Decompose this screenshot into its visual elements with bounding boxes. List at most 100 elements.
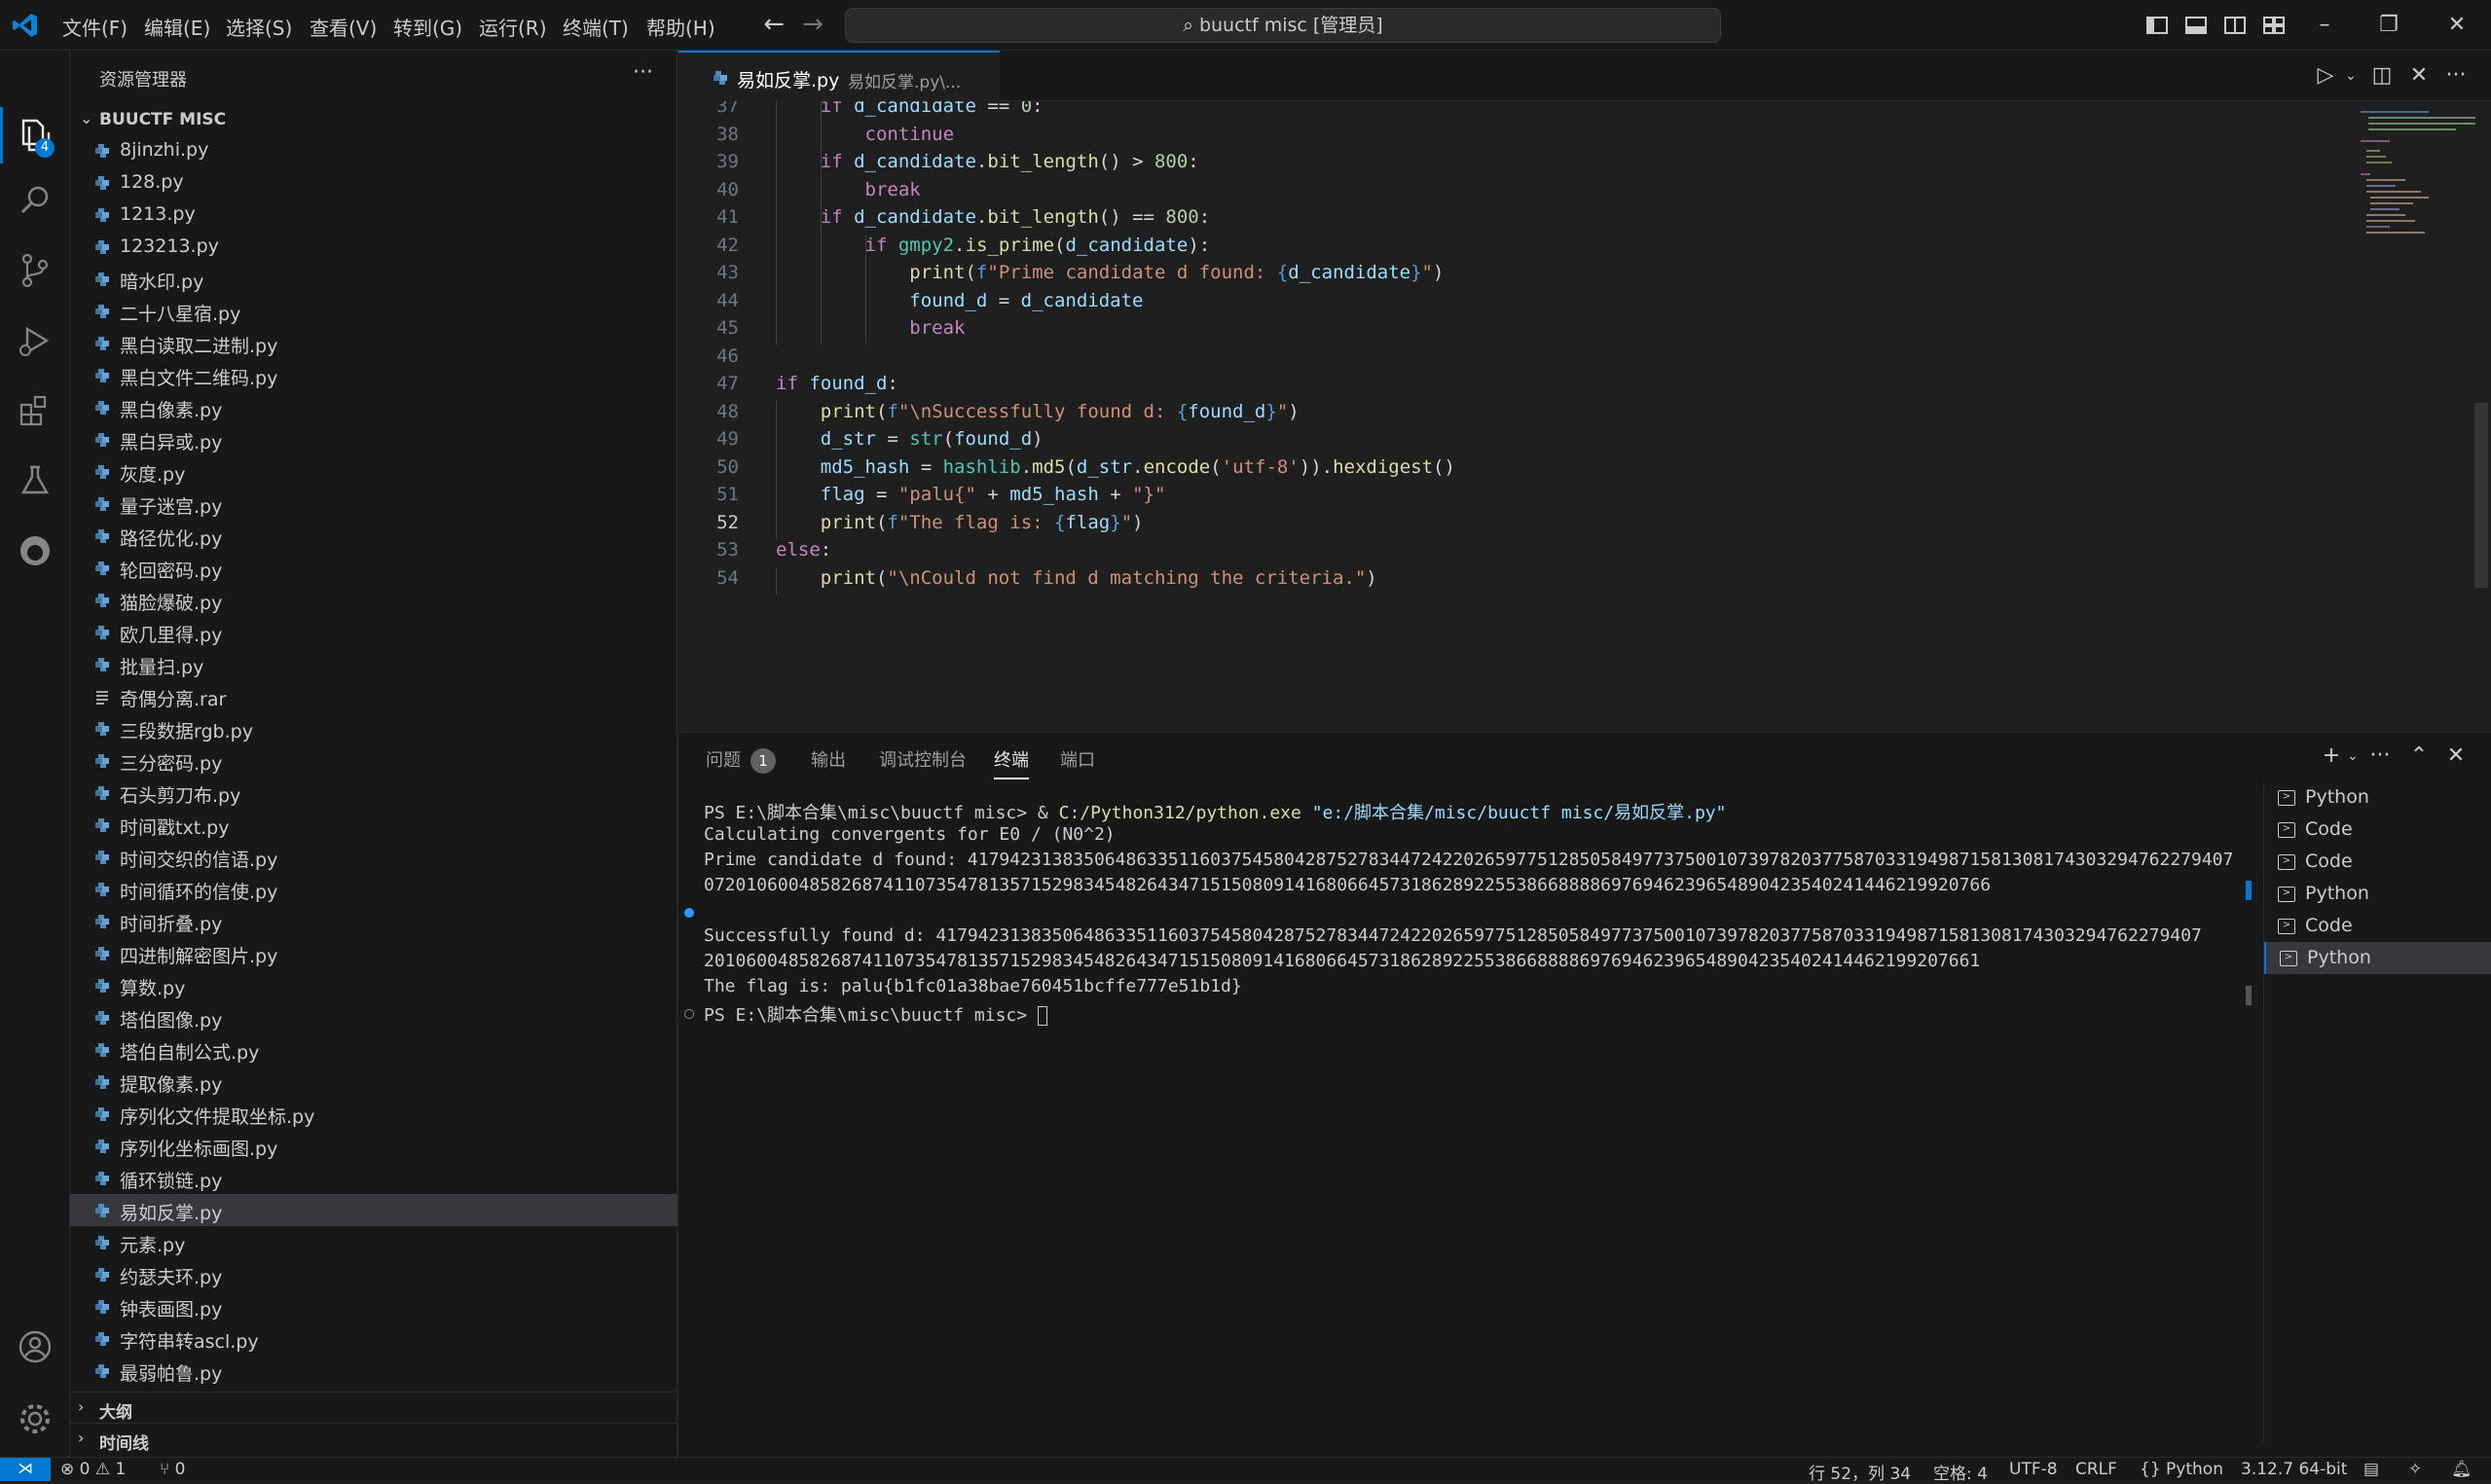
file-item[interactable]: 三段数据rgb.py [70,712,678,744]
minimize-button[interactable]: – [2295,8,2354,43]
file-item[interactable]: 元素.py [70,1226,678,1258]
menu-go[interactable]: 转到(G) [393,13,462,41]
file-item[interactable]: 暗水印.py [70,263,678,295]
settings-gear-icon[interactable] [14,1397,56,1440]
command-decoration-icon[interactable] [684,908,694,918]
tab-problems[interactable]: 问题 1 [706,746,776,774]
file-item[interactable]: 1213.py [70,199,678,231]
search-icon[interactable] [14,179,56,222]
file-item[interactable]: 灰度.py [70,455,678,488]
split-editor-icon[interactable]: ◫ [2368,62,2396,90]
terminal-output[interactable]: PS E:\脚本合集\misc\buuctf misc> & C:/Python… [684,799,2253,1441]
file-item[interactable]: 时间折叠.py [70,905,678,937]
command-decoration-icon[interactable] [684,1009,694,1019]
problems-status[interactable]: ⊗ 0 ⚠ 1 [60,1460,126,1479]
tab-terminal[interactable]: 终端 [994,746,1029,779]
tab-output[interactable]: 输出 [811,746,846,772]
file-item[interactable]: 时间循环的信使.py [70,873,678,905]
github-icon[interactable] [14,529,56,572]
file-item[interactable]: 路径优化.py [70,520,678,552]
file-item[interactable]: 量子迷宫.py [70,488,678,520]
maximize-button[interactable]: ❐ [2360,8,2418,43]
command-center[interactable]: ⌕ buuctf misc [管理员] [845,8,1721,43]
terminal-scroll-thumb[interactable] [2246,986,2252,1005]
notifications-bell-icon[interactable]: 🔔︎ [2451,1460,2473,1479]
file-item[interactable]: 二十八星宿.py [70,295,678,327]
editor-scrollbar-thumb[interactable] [2474,403,2488,588]
toggle-panel-icon[interactable] [2182,12,2210,39]
file-item[interactable]: 时间交织的信语.py [70,841,678,873]
run-dropdown-icon[interactable]: ⌄ [2337,62,2364,90]
indentation[interactable]: 空格: 4 [1933,1460,1988,1484]
menu-edit[interactable]: 编辑(E) [144,13,210,41]
end-of-line[interactable]: CRLF [2075,1460,2117,1479]
file-item[interactable]: 约瑟夫环.py [70,1258,678,1290]
nav-forward-icon[interactable]: → [798,10,827,39]
close-editors-icon[interactable]: ✕ [2405,62,2433,90]
terminal-instance[interactable]: > Code [2264,814,2491,846]
sidebar-more-button[interactable]: ··· [633,60,653,85]
account-icon[interactable] [14,1325,56,1368]
file-item[interactable]: 塔伯图像.py [70,1001,678,1033]
python-interpreter[interactable]: 3.12.7 64-bit [2241,1460,2347,1479]
file-item[interactable]: 奇偶分离.rar [70,680,678,712]
terminal-instance[interactable]: > Code [2264,910,2491,942]
file-item[interactable]: 8jinzhi.py [70,134,678,166]
terminal-instance[interactable]: > Python [2264,781,2491,814]
file-item[interactable]: 黑白读取二进制.py [70,327,678,359]
file-item[interactable]: 批量扫.py [70,648,678,680]
file-item[interactable]: 123213.py [70,231,678,263]
customize-layout-icon[interactable] [2260,12,2288,39]
terminal-instance[interactable]: > Code [2264,846,2491,878]
tab-ports[interactable]: 端口 [1060,746,1095,772]
terminal-dropdown-icon[interactable]: ⌄ [2339,742,2366,770]
menu-selection[interactable]: 选择(S) [226,13,292,41]
file-item[interactable]: 轮回密码.py [70,552,678,584]
file-item[interactable]: 四进制解密图片.py [70,937,678,969]
folder-header[interactable]: ⌄ BUUCTF MISC [70,107,678,134]
file-item[interactable]: 序列化坐标画图.py [70,1130,678,1162]
file-item[interactable]: 石头剪刀布.py [70,777,678,809]
file-item[interactable]: 钟表画图.py [70,1290,678,1322]
minimap[interactable] [2361,101,2477,685]
file-item[interactable]: 塔伯自制公式.py [70,1033,678,1066]
file-item[interactable]: 黑白文件二维码.py [70,359,678,391]
menu-terminal[interactable]: 终端(T) [563,13,629,41]
toggle-secondary-sidebar-icon[interactable] [2221,12,2249,39]
remote-indicator-icon[interactable]: ⋊ [0,1458,51,1481]
file-item[interactable]: 序列化文件提取坐标.py [70,1098,678,1130]
run-file-icon[interactable]: ▷ [2312,62,2339,90]
ports-status[interactable]: ⑂ 0 [160,1460,185,1479]
toggle-primary-sidebar-icon[interactable] [2143,12,2171,39]
terminal-instance[interactable]: > Python [2264,878,2491,910]
file-item[interactable]: 黑白异或.py [70,423,678,455]
close-window-button[interactable]: ✕ [2428,8,2486,43]
file-item[interactable]: 易如反掌.py [70,1194,678,1226]
nav-back-icon[interactable]: ← [759,10,788,39]
extensions-icon[interactable] [14,389,56,432]
file-item[interactable]: 提取像素.py [70,1066,678,1098]
file-item[interactable]: 欧几里得.py [70,616,678,648]
editor-tab-active[interactable]: 易如反掌.py 易如反掌.py\... [678,51,1000,101]
editor-more-icon[interactable]: ··· [2442,62,2470,90]
file-item[interactable]: 最弱帕鲁.py [70,1355,678,1387]
json-file-icon[interactable]: ▤ [2363,1460,2379,1479]
file-item[interactable]: 字符串转ascl.py [70,1322,678,1355]
run-debug-icon[interactable] [14,319,56,362]
menu-view[interactable]: 查看(V) [310,13,377,41]
encoding[interactable]: UTF-8 [2009,1460,2058,1479]
file-item[interactable]: 128.py [70,166,678,199]
code-editor[interactable]: 37 if d_candidate == 0: 38 continue 39 if … [678,101,2333,675]
file-item[interactable]: 循环锁链.py [70,1162,678,1194]
file-item[interactable]: 时间戳txt.py [70,809,678,841]
panel-more-icon[interactable]: ··· [2366,742,2394,770]
tab-debug-console[interactable]: 调试控制台 [879,746,967,772]
timeline-section[interactable]: › 时间线 [70,1423,678,1454]
source-control-icon[interactable] [14,249,56,292]
outline-section[interactable]: › 大纲 [70,1392,678,1423]
close-panel-icon[interactable]: ✕ [2442,742,2470,770]
copilot-icon[interactable]: ✧ [2408,1460,2422,1479]
file-item[interactable]: 猫脸爆破.py [70,584,678,616]
menu-file[interactable]: 文件(F) [62,13,128,41]
maximize-panel-icon[interactable]: ⌃ [2405,742,2433,770]
